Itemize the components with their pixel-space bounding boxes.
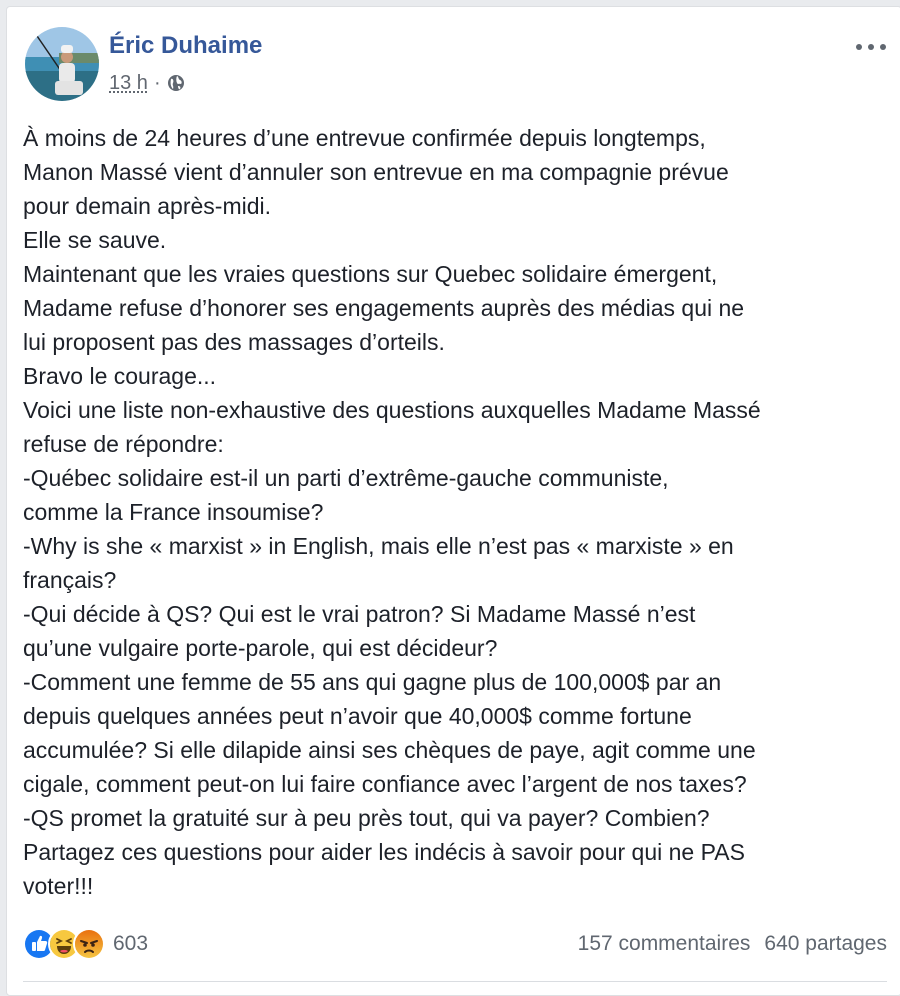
post-text-line: depuis quelques années peut n’avoir que … xyxy=(23,703,692,729)
post-text-line: -Québec solidaire est-il un parti d’extr… xyxy=(23,465,669,491)
post-text-line: cigale, comment peut-on lui faire confia… xyxy=(23,771,747,797)
post-text-line: accumulée? Si elle dilapide ainsi ses ch… xyxy=(23,737,756,763)
post-text-line: -Comment une femme de 55 ans qui gagne p… xyxy=(23,669,722,695)
dot-icon xyxy=(868,44,874,50)
globe-icon[interactable] xyxy=(167,74,185,92)
post-text-line: À moins de 24 heures d’une entrevue conf… xyxy=(23,125,706,151)
reaction-count: 603 xyxy=(113,932,149,955)
avatar-image xyxy=(25,27,99,101)
post-text-line: Partagez ces questions pour aider les in… xyxy=(23,839,745,865)
author-name-link[interactable]: Éric Duhaime xyxy=(109,31,262,61)
post-text-line: -Qui décide à QS? Qui est le vrai patron… xyxy=(23,601,696,627)
post-text-line: Elle se sauve. xyxy=(23,227,167,253)
meta-separator: · xyxy=(153,71,161,94)
post-text-line: Bravo le courage... xyxy=(23,363,217,389)
post-text-line: voter!!! xyxy=(23,873,94,899)
angry-icon xyxy=(73,928,105,960)
post-text-line: Maintenant que les vraies questions sur … xyxy=(23,261,718,287)
engagement-stats: 157 commentaires 640 partages xyxy=(578,932,887,956)
shares-count-link[interactable]: 640 partages xyxy=(764,932,887,956)
more-options-icon[interactable] xyxy=(851,37,891,57)
dot-icon xyxy=(856,44,862,50)
post-text-line: français? xyxy=(23,567,117,593)
post-text-line: pour demain après-midi. xyxy=(23,193,272,219)
post-meta: 13 h · xyxy=(109,69,185,97)
post-body: À moins de 24 heures d’une entrevue conf… xyxy=(23,121,893,903)
post-text-line: qu’une vulgaire porte-parole, qui est dé… xyxy=(23,635,498,661)
post-text-line: -Why is she « marxist » in English, mais… xyxy=(23,533,734,559)
post-card: Éric Duhaime 13 h · À moins de 24 heures… xyxy=(6,6,900,996)
post-text-line: Manon Massé vient d’annuler son entrevue… xyxy=(23,159,729,185)
author-avatar[interactable] xyxy=(25,27,99,101)
dot-icon xyxy=(880,44,886,50)
comments-count-link[interactable]: 157 commentaires xyxy=(578,932,751,956)
post-text-line: comme la France insoumise? xyxy=(23,499,324,525)
reactions-summary[interactable]: 603 xyxy=(23,928,148,960)
post-text-line: refuse de répondre: xyxy=(23,431,224,457)
post-text-line: -QS promet la gratuité sur à peu près to… xyxy=(23,805,710,831)
post-timestamp[interactable]: 13 h xyxy=(109,72,148,95)
post-text-line: lui proposent pas des massages d’orteils… xyxy=(23,329,445,355)
post-text-line: Voici une liste non-exhaustive des quest… xyxy=(23,397,761,423)
post-text-line: Madame refuse d’honorer ses engagements … xyxy=(23,295,745,321)
post-footer: 603 157 commentaires 640 partages xyxy=(23,925,887,963)
